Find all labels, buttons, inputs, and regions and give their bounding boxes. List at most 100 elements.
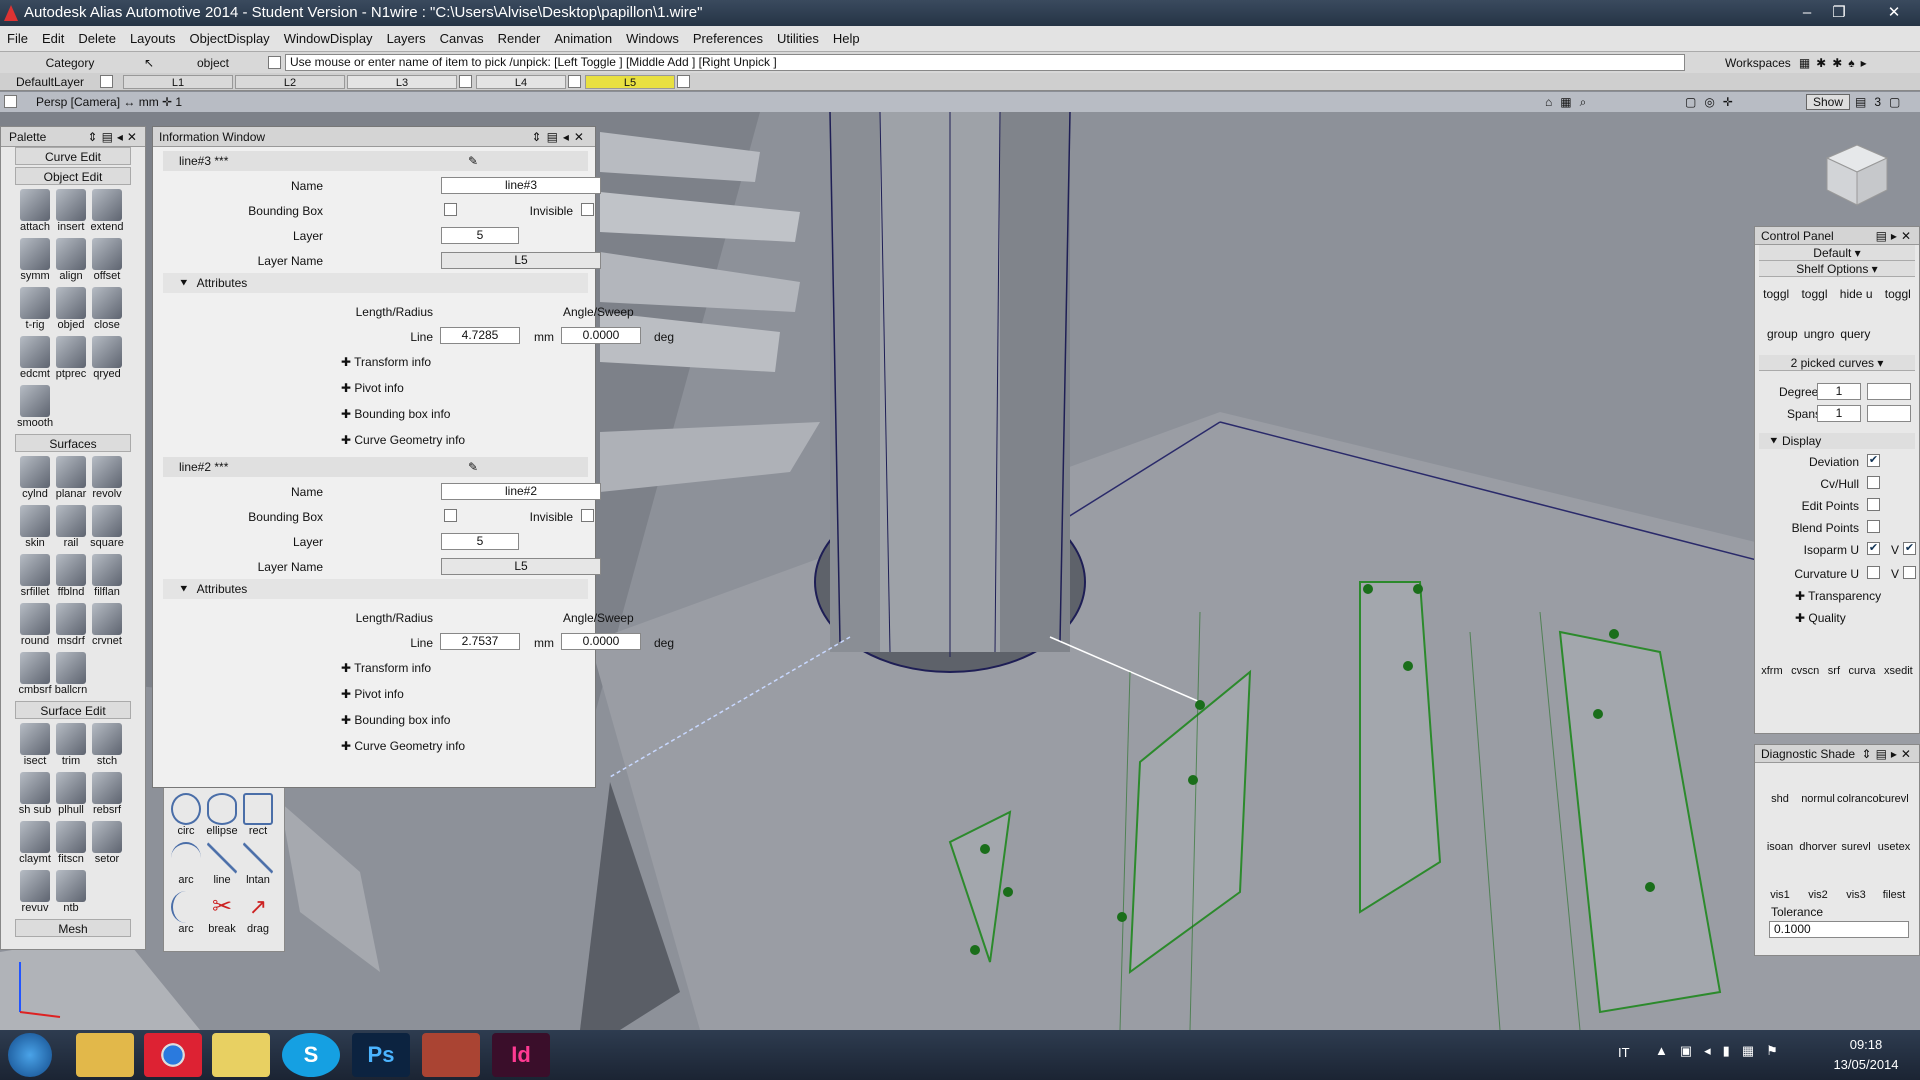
tool-align[interactable]: align (53, 236, 89, 285)
object-header-line3[interactable]: line#3 *** ✎ (163, 151, 588, 171)
edit-points-checkbox[interactable] (1867, 498, 1880, 511)
tool-offset[interactable]: offset (89, 236, 125, 285)
tool-round[interactable]: round (17, 601, 53, 650)
tool-lntan[interactable]: lntan (240, 840, 276, 889)
palette-section-surface-edit[interactable]: Surface Edit (15, 701, 131, 719)
layer-default-check[interactable] (100, 75, 113, 88)
tool-drag[interactable]: ↗ drag (240, 889, 276, 938)
menu-edit[interactable]: Edit (35, 31, 71, 46)
menu-animation[interactable]: Animation (547, 31, 619, 46)
layer-l5-check[interactable] (677, 75, 690, 88)
diag-vis3[interactable]: vis3 (1837, 863, 1875, 901)
curvature-u-checkbox[interactable] (1867, 566, 1880, 579)
default-dropdown[interactable]: Default ▾ (1759, 245, 1915, 261)
bbox-info[interactable]: ✚ Bounding box info (341, 713, 450, 727)
pin-icon[interactable]: ✎ (468, 151, 478, 171)
tool-shsub[interactable]: sh sub (17, 770, 53, 819)
tool-attach[interactable]: attach (17, 187, 53, 236)
layer-l3[interactable]: L3 (347, 74, 457, 89)
attributes-section[interactable]: ⯆ Attributes (163, 579, 588, 599)
tool-filflan[interactable]: filflan (89, 552, 125, 601)
diag-dhorver[interactable]: dhorver (1799, 815, 1837, 853)
shelf-query[interactable]: query (1840, 327, 1870, 341)
shelf-group[interactable]: group (1767, 327, 1798, 341)
tool-ellipse[interactable]: ellipse (204, 791, 240, 840)
chrome-taskbar-icon[interactable] (144, 1033, 202, 1077)
workspace-icons[interactable]: ▦✱✱♠▸ (1799, 56, 1873, 70)
menu-windows[interactable]: Windows (619, 31, 686, 46)
shelf-toggle-2[interactable]: toggl (1801, 287, 1827, 301)
tool-qryed[interactable]: qryed (89, 334, 125, 383)
layer-l2[interactable]: L2 (235, 74, 345, 89)
length-field[interactable]: 2.7537 (440, 633, 520, 650)
pin-icon[interactable]: ✎ (468, 457, 478, 477)
indesign-taskbar-icon[interactable]: Id (492, 1033, 550, 1077)
tool-symm[interactable]: symm (17, 236, 53, 285)
transform-info[interactable]: ✚ Transform info (341, 355, 431, 369)
tool-ffblnd[interactable]: ffblnd (53, 552, 89, 601)
tool-edcmt[interactable]: edcmt (17, 334, 53, 383)
layer-field[interactable]: 5 (441, 533, 519, 550)
category-selector[interactable]: Category (0, 56, 140, 70)
cvhull-checkbox[interactable] (1867, 476, 1880, 489)
diag-vis1[interactable]: vis1 (1761, 863, 1799, 901)
transform-info[interactable]: ✚ Transform info (341, 661, 431, 675)
tool-objed[interactable]: objed (53, 285, 89, 334)
bounding-box-checkbox[interactable] (444, 203, 457, 216)
tool-square[interactable]: square (89, 503, 125, 552)
diag-isoan[interactable]: isoan (1761, 815, 1799, 853)
curve-geometry-info[interactable]: ✚ Curve Geometry info (341, 433, 465, 447)
curve-geometry-info[interactable]: ✚ Curve Geometry info (341, 739, 465, 753)
palette-section-curve-edit[interactable]: Curve Edit (15, 147, 131, 165)
diag-surevl[interactable]: surevl (1837, 815, 1875, 853)
tool-isect[interactable]: isect (17, 721, 53, 770)
angle-field[interactable]: 0.0000 (561, 633, 641, 650)
layer-l4-check[interactable] (568, 75, 581, 88)
diag-usetex[interactable]: usetex (1875, 815, 1913, 853)
skype-taskbar-icon[interactable]: S (282, 1033, 340, 1077)
tool-rect[interactable]: rect (240, 791, 276, 840)
transparency-section[interactable]: ✚ Transparency (1755, 587, 1919, 609)
close-button[interactable]: ✕ (1872, 0, 1916, 26)
viewport-tool-icons[interactable]: ⌂▦⌕ (1545, 92, 1594, 112)
palette-window-icons[interactable]: ⇕▤◂✕ (88, 127, 141, 147)
diag-filest[interactable]: filest (1875, 863, 1913, 901)
tool-curva[interactable]: curva (1849, 665, 1876, 677)
tool-circ[interactable]: circ (168, 791, 204, 840)
tool-xfrm[interactable]: xfrm (1761, 665, 1782, 677)
tool-ptprec[interactable]: ptprec (53, 334, 89, 383)
palette-section-object-edit[interactable]: Object Edit (15, 167, 131, 185)
name-field[interactable]: line#2 (441, 483, 601, 500)
layer-default[interactable]: DefaultLayer (0, 75, 100, 89)
palette-section-surfaces[interactable]: Surfaces (15, 434, 131, 452)
display-section[interactable]: ⯆ Display (1759, 433, 1915, 449)
degree-field[interactable]: 1 (1817, 383, 1861, 400)
diag-colrancol[interactable]: colrancol (1837, 767, 1881, 805)
pivot-info[interactable]: ✚ Pivot info (341, 687, 404, 701)
viewport-camera-icons[interactable]: ▢◎✛ (1685, 92, 1741, 112)
maximize-button[interactable]: ❐ (1824, 0, 1854, 26)
layer-l3-check[interactable] (459, 75, 472, 88)
tool-srfillet[interactable]: srfillet (17, 552, 53, 601)
layer-l5[interactable]: L5 (585, 74, 675, 89)
tool-ballcrn[interactable]: ballcrn (53, 650, 89, 699)
tool-rebsrf[interactable]: rebsrf (89, 770, 125, 819)
isoparm-v-checkbox[interactable]: ✔ (1903, 542, 1916, 555)
object-selector[interactable]: object (158, 56, 268, 70)
tool-trim[interactable]: trim (53, 721, 89, 770)
tool-close[interactable]: close (89, 285, 125, 334)
viewport-layout-icons[interactable]: ▤3▢ (1855, 92, 1908, 112)
menu-windowdisplay[interactable]: WindowDisplay (277, 31, 380, 46)
minimize-button[interactable]: – (1792, 0, 1822, 26)
photoshop-taskbar-icon[interactable]: Ps (352, 1033, 410, 1077)
tool-rail[interactable]: rail (53, 503, 89, 552)
explorer-taskbar-icon[interactable] (76, 1033, 134, 1077)
menu-objectdisplay[interactable]: ObjectDisplay (182, 31, 276, 46)
shelf-options-dropdown[interactable]: Shelf Options ▾ (1759, 261, 1915, 277)
length-field[interactable]: 4.7285 (440, 327, 520, 344)
spans-extra-field[interactable] (1867, 405, 1911, 422)
bounding-box-checkbox[interactable] (444, 509, 457, 522)
tolerance-field[interactable]: 0.1000 (1769, 921, 1909, 938)
tool-line[interactable]: line (204, 840, 240, 889)
name-field[interactable]: line#3 (441, 177, 601, 194)
